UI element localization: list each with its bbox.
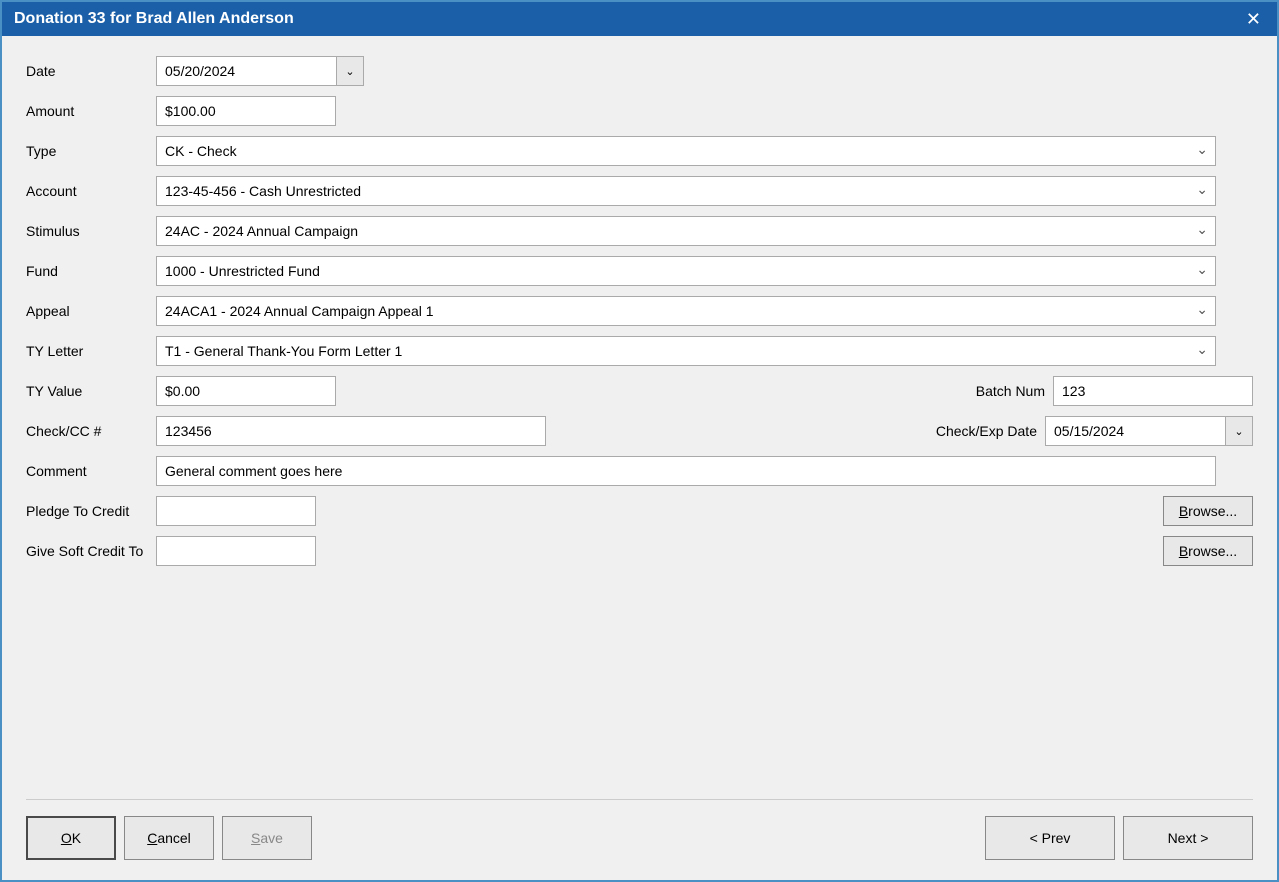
fund-row: Fund 1000 - Unrestricted Fund: [26, 256, 1253, 286]
soft-credit-input[interactable]: [156, 536, 316, 566]
comment-label: Comment: [26, 463, 156, 479]
prev-button[interactable]: < Prev: [985, 816, 1115, 860]
date-input[interactable]: [156, 56, 336, 86]
check-exp-date-wrapper: ⌄: [1045, 416, 1253, 446]
check-exp-date-label: Check/Exp Date: [936, 423, 1037, 439]
footer-right-buttons: < Prev Next >: [985, 816, 1253, 860]
comment-row: Comment: [26, 456, 1253, 486]
ty-letter-select-wrapper: T1 - General Thank-You Form Letter 1: [156, 336, 1216, 366]
ty-value-batch-row: TY Value Batch Num: [26, 376, 1253, 406]
soft-credit-row: Give Soft Credit To Browse...: [26, 536, 1253, 566]
appeal-label: Appeal: [26, 303, 156, 319]
form-content: Date ⌄ Amount Type CK - Check CC - Credi…: [2, 36, 1277, 880]
type-select-wrapper: CK - Check CC - Credit Card CA - Cash: [156, 136, 1216, 166]
ty-letter-select[interactable]: T1 - General Thank-You Form Letter 1: [156, 336, 1216, 366]
check-exp-right: Check/Exp Date ⌄: [936, 416, 1253, 446]
footer-left-buttons: OK Cancel Save: [26, 816, 312, 860]
amount-row: Amount: [26, 96, 1253, 126]
ty-letter-row: TY Letter T1 - General Thank-You Form Le…: [26, 336, 1253, 366]
save-button[interactable]: Save: [222, 816, 312, 860]
stimulus-label: Stimulus: [26, 223, 156, 239]
window-title: Donation 33 for Brad Allen Anderson: [14, 10, 294, 28]
pledge-input[interactable]: [156, 496, 316, 526]
title-bar: Donation 33 for Brad Allen Anderson ✕: [2, 2, 1277, 36]
ty-value-input[interactable]: [156, 376, 336, 406]
fund-label: Fund: [26, 263, 156, 279]
stimulus-select[interactable]: 24AC - 2024 Annual Campaign: [156, 216, 1216, 246]
pledge-row: Pledge To Credit Browse...: [26, 496, 1253, 526]
check-date-row: Check/CC # Check/Exp Date ⌄: [26, 416, 1253, 446]
date-dropdown-button[interactable]: ⌄: [336, 56, 364, 86]
batch-num-input[interactable]: [1053, 376, 1253, 406]
ty-letter-label: TY Letter: [26, 343, 156, 359]
account-label: Account: [26, 183, 156, 199]
comment-input[interactable]: [156, 456, 1216, 486]
stimulus-row: Stimulus 24AC - 2024 Annual Campaign: [26, 216, 1253, 246]
fund-select[interactable]: 1000 - Unrestricted Fund: [156, 256, 1216, 286]
amount-input[interactable]: [156, 96, 336, 126]
next-button[interactable]: Next >: [1123, 816, 1253, 860]
account-select[interactable]: 123-45-456 - Cash Unrestricted: [156, 176, 1216, 206]
check-cc-input[interactable]: [156, 416, 546, 446]
check-exp-date-input[interactable]: [1045, 416, 1225, 446]
batch-num-label: Batch Num: [976, 383, 1045, 399]
fund-select-wrapper: 1000 - Unrestricted Fund: [156, 256, 1216, 286]
check-cc-label: Check/CC #: [26, 423, 156, 439]
date-input-wrapper: ⌄: [156, 56, 364, 86]
pledge-browse-button[interactable]: Browse...: [1163, 496, 1253, 526]
account-row: Account 123-45-456 - Cash Unrestricted: [26, 176, 1253, 206]
appeal-select-wrapper: 24ACA1 - 2024 Annual Campaign Appeal 1: [156, 296, 1216, 326]
check-cc-left: Check/CC #: [26, 416, 936, 446]
ty-value-left: TY Value: [26, 376, 976, 406]
close-button[interactable]: ✕: [1242, 10, 1265, 28]
appeal-row: Appeal 24ACA1 - 2024 Annual Campaign App…: [26, 296, 1253, 326]
cancel-button[interactable]: Cancel: [124, 816, 214, 860]
type-label: Type: [26, 143, 156, 159]
type-row: Type CK - Check CC - Credit Card CA - Ca…: [26, 136, 1253, 166]
soft-credit-label: Give Soft Credit To: [26, 543, 156, 559]
batch-num-right: Batch Num: [976, 376, 1253, 406]
appeal-select[interactable]: 24ACA1 - 2024 Annual Campaign Appeal 1: [156, 296, 1216, 326]
main-window: Donation 33 for Brad Allen Anderson ✕ Da…: [0, 0, 1279, 882]
type-select[interactable]: CK - Check CC - Credit Card CA - Cash: [156, 136, 1216, 166]
pledge-label: Pledge To Credit: [26, 503, 156, 519]
ty-value-label: TY Value: [26, 383, 156, 399]
account-select-wrapper: 123-45-456 - Cash Unrestricted: [156, 176, 1216, 206]
date-label: Date: [26, 63, 156, 79]
ok-button[interactable]: OK: [26, 816, 116, 860]
footer-buttons: OK Cancel Save < Prev Next >: [26, 799, 1253, 860]
stimulus-select-wrapper: 24AC - 2024 Annual Campaign: [156, 216, 1216, 246]
amount-label: Amount: [26, 103, 156, 119]
soft-credit-browse-button[interactable]: Browse...: [1163, 536, 1253, 566]
date-row: Date ⌄: [26, 56, 1253, 86]
check-exp-date-dropdown-button[interactable]: ⌄: [1225, 416, 1253, 446]
